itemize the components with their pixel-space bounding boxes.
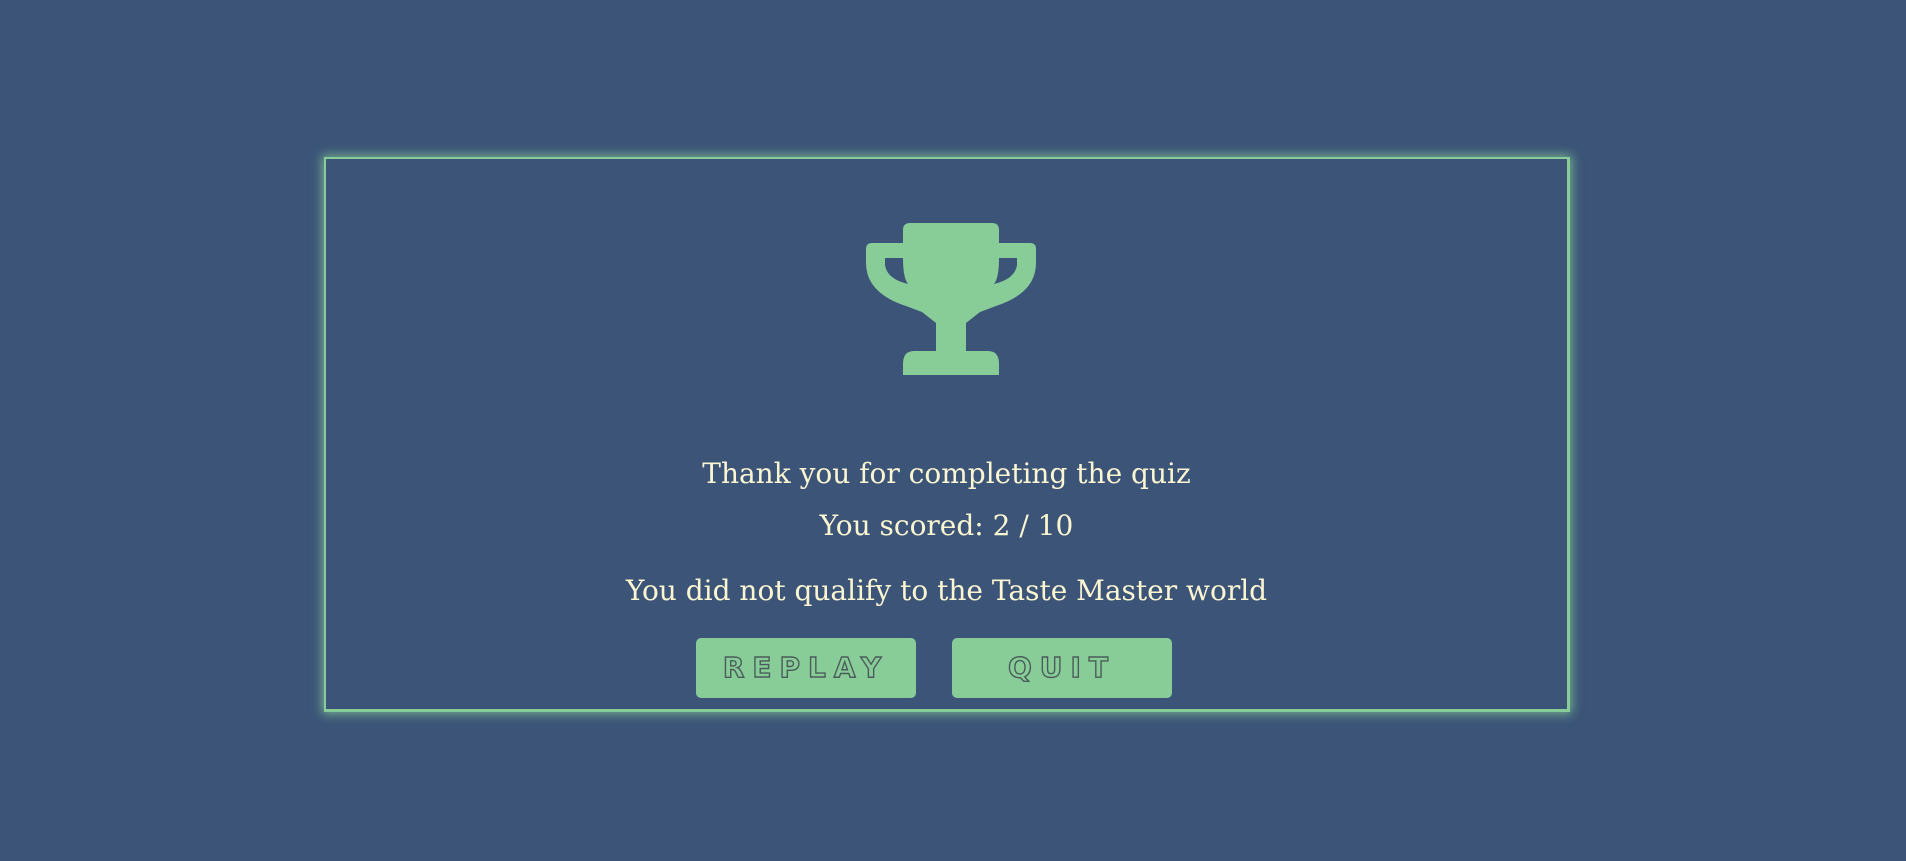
replay-button[interactable]: REPLAY: [696, 638, 916, 698]
qualification-message: You did not qualify to the Taste Master …: [625, 574, 1268, 607]
thank-you-message: Thank you for completing the quiz: [702, 457, 1191, 490]
result-card: Thank you for completing the quiz You sc…: [324, 157, 1570, 712]
score-text: You scored: 2 / 10: [819, 509, 1074, 542]
trophy-icon: [866, 223, 1036, 375]
quit-button[interactable]: QUIT: [952, 638, 1172, 698]
